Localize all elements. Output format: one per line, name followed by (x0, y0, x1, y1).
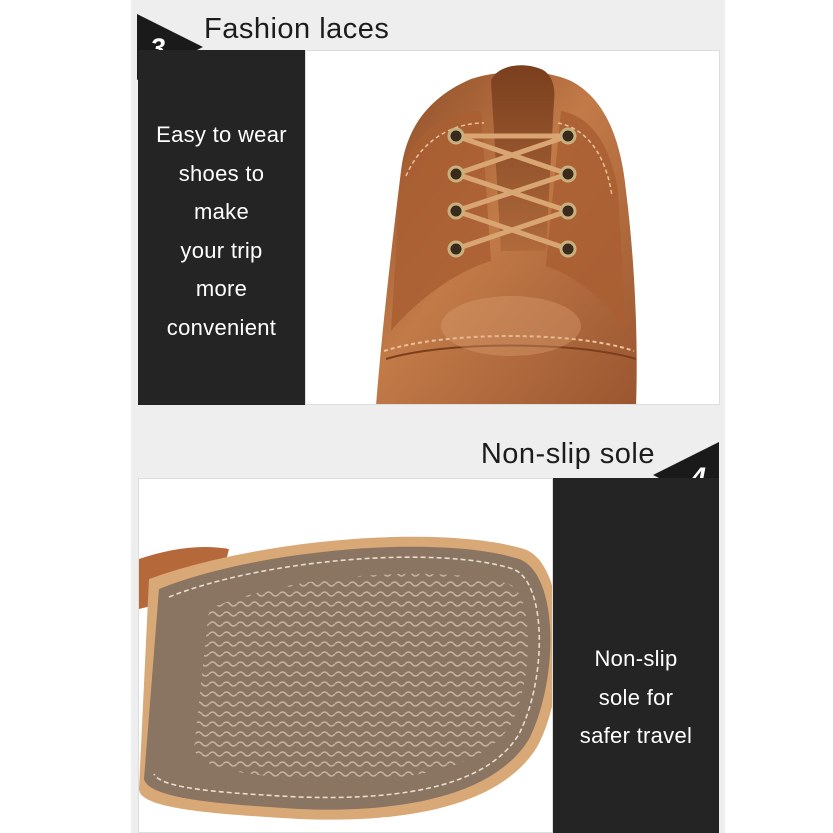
feature-description-box: Easy to wear shoes to make your trip mor… (138, 50, 305, 405)
shoe-sole-photo (138, 478, 553, 833)
description-line: shoes to (178, 160, 265, 186)
feature-description-box: Non-slip sole for safer travel (553, 478, 719, 833)
description-line: more (195, 276, 248, 301)
feature-section-sole: Non-slip sole 4 Non-slip sole for safer … (131, 440, 725, 833)
laced-shoe-photo (305, 50, 720, 405)
shoe-sole-icon (139, 536, 552, 820)
description-line: Non-slip (594, 646, 678, 671)
description-line: sole for (598, 684, 674, 710)
laced-shoe-icon (376, 65, 637, 404)
feature-title: Fashion laces (204, 13, 390, 45)
description-line: convenient (166, 314, 277, 340)
description-line: your trip (180, 237, 263, 263)
feature-title: Non-slip sole (480, 438, 655, 470)
description-line: safer travel (579, 723, 693, 748)
feature-description: Easy to wear shoes to make your trip mor… (138, 116, 305, 347)
description-line: make (194, 199, 249, 224)
feature-description: Non-slip sole for safer travel (553, 640, 719, 756)
description-line: Easy to wear (156, 122, 287, 147)
feature-section-laces: 3 Fashion laces Easy to wear shoes to ma… (131, 0, 725, 410)
